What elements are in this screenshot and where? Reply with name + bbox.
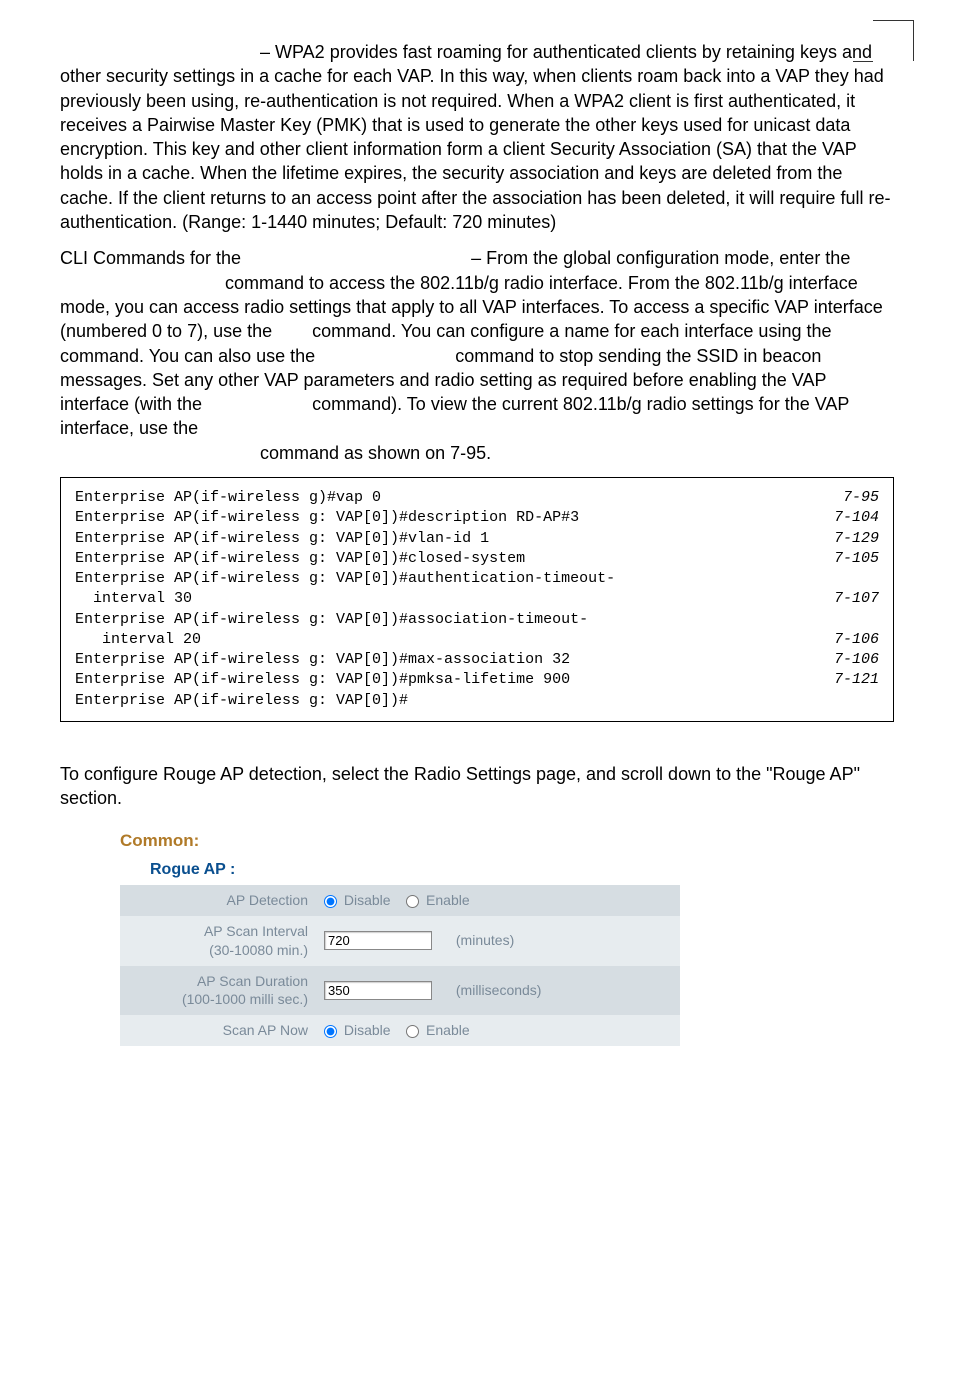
ap-scan-duration-label: AP Scan Duration(100-1000 milli sec.) [120, 966, 316, 1016]
ap-detection-disable[interactable]: Disable [324, 892, 391, 908]
page-corner [873, 20, 914, 61]
cli-line: Enterprise AP(if-wireless g)#vap 0 [75, 488, 381, 508]
scan-ap-now-disable-radio[interactable] [324, 1025, 337, 1038]
paragraph-pmk: – WPA2 provides fast roaming for authent… [60, 40, 894, 234]
cli-line: interval 20 [75, 630, 201, 650]
ap-detection-enable[interactable]: Enable [406, 892, 469, 908]
ap-scan-interval-label: AP Scan Interval(30-10080 min.) [120, 916, 316, 966]
cli-ref: 7-104 [814, 508, 879, 528]
ap-detection-disable-radio[interactable] [324, 895, 337, 908]
paragraph-cli-commands: CLI Commands for the – From the global c… [60, 246, 894, 465]
minutes-unit: (minutes) [456, 932, 514, 948]
cli-ref: 7-106 [814, 630, 879, 650]
cli-ref: 7-121 [814, 670, 879, 690]
cli-line: interval 30 [75, 589, 192, 609]
cli-ref: 7-106 [814, 650, 879, 670]
cli-ref [859, 610, 879, 630]
cli-ref [859, 569, 879, 589]
cli-line: Enterprise AP(if-wireless g: VAP[0])#aut… [75, 569, 615, 589]
cli-ref: 7-129 [814, 529, 879, 549]
cli-line: Enterprise AP(if-wireless g: VAP[0])#ass… [75, 610, 588, 630]
cli-line: Enterprise AP(if-wireless g: VAP[0])#clo… [75, 549, 525, 569]
cli-line: Enterprise AP(if-wireless g: VAP[0])#max… [75, 650, 570, 670]
cli-output-box: Enterprise AP(if-wireless g)#vap 0 7-95 E… [60, 477, 894, 722]
cli-line: Enterprise AP(if-wireless g: VAP[0])#des… [75, 508, 579, 528]
cli-ref [859, 691, 879, 711]
cli-ref: 7-105 [814, 549, 879, 569]
cli-line: Enterprise AP(if-wireless g: VAP[0])# [75, 691, 408, 711]
common-heading: Common: [120, 830, 680, 853]
scan-ap-now-enable[interactable]: Enable [406, 1022, 469, 1038]
rogue-ap-heading: Rogue AP : [150, 859, 680, 881]
paragraph-rogue-config: To configure Rouge AP detection, select … [60, 762, 894, 811]
scan-ap-now-disable[interactable]: Disable [324, 1022, 391, 1038]
scan-ap-now-label: Scan AP Now [120, 1015, 316, 1046]
cli-ref: 7-107 [814, 589, 879, 609]
ap-detection-enable-radio[interactable] [406, 895, 419, 908]
cli-line: Enterprise AP(if-wireless g: VAP[0])#pmk… [75, 670, 570, 690]
milliseconds-unit: (milliseconds) [456, 982, 542, 998]
ap-scan-duration-input[interactable] [324, 981, 432, 1000]
cli-ref: 7-95 [823, 488, 879, 508]
cli-line: Enterprise AP(if-wireless g: VAP[0])#vla… [75, 529, 489, 549]
rogue-ap-panel: Common: Rogue AP : AP Detection Disable … [120, 830, 680, 1046]
ap-scan-interval-input[interactable] [324, 931, 432, 950]
rogue-ap-form: AP Detection Disable Enable AP Scan Inte… [120, 885, 680, 1046]
ap-detection-label: AP Detection [120, 885, 316, 916]
scan-ap-now-enable-radio[interactable] [406, 1025, 419, 1038]
